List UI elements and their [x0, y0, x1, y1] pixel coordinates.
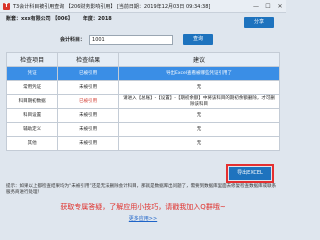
advice-cell: 无	[118, 136, 280, 151]
advice-cell: 无	[118, 122, 280, 137]
check-item-cell: 凭证	[5, 66, 59, 81]
table-row[interactable]: 科目期初数据 已被引用 请进入【总账】-【设置】-【期初余额】中将该科目的期初余额删…	[5, 94, 280, 109]
window-controls: — ☐ ✕	[250, 0, 286, 12]
minimize-button[interactable]: —	[250, 0, 262, 12]
maximize-button[interactable]: ☐	[262, 0, 274, 12]
results-table: 检查项目 检查结果 建议 凭证 已被引用 导出Excel查看被哪些凭证引用了 常用凭证…	[5, 52, 280, 151]
account-code-input[interactable]: 1001	[89, 34, 174, 45]
header-advice: 建议	[118, 52, 280, 67]
window-title: T3会计科目被引用查询 【206财务影响引用】 [当前日期：2019年12月03…	[13, 3, 211, 10]
table-header-row: 检查项目 检查结果 建议	[5, 52, 280, 67]
check-item-cell: 辅助定义	[5, 122, 59, 137]
header-check-result: 检查结果	[57, 52, 120, 67]
query-button[interactable]: 查询	[183, 34, 214, 45]
check-result-cell: 已被引用	[57, 94, 120, 109]
title-bar: T T3会计科目被引用查询 【206财务影响引用】 [当前日期：2019年12月…	[0, 0, 286, 13]
table-row[interactable]: 常用凭证 未被引用无	[5, 80, 280, 95]
table-row[interactable]: 辅助定义 未被引用无	[5, 122, 280, 137]
account-code-label: 会计科目：	[60, 37, 86, 43]
check-result-cell: 已被引用	[57, 66, 120, 81]
table-row[interactable]: 科目设置 未被引用无	[5, 108, 280, 123]
advice-cell: 导出Excel查看被哪些凭证引用了	[118, 66, 280, 81]
advice-cell: 无	[118, 108, 280, 123]
advice-cell: 请进入【总账】-【设置】-【期初余额】中将该科目的期初余额删除，才可删除该科目	[118, 94, 280, 109]
app-icon: T	[3, 2, 10, 10]
table-row[interactable]: 凭证 已被引用 导出Excel查看被哪些凭证引用了	[5, 66, 280, 81]
account-info: 账套：xxx有限公司 【006】 年度：2018	[6, 15, 112, 22]
check-item-cell: 其他	[5, 136, 59, 151]
search-row: 会计科目： 1001 查询	[60, 34, 214, 45]
check-result-cell: 未被引用	[57, 122, 120, 137]
check-result-cell: 未被引用	[57, 80, 120, 95]
check-result-cell: 未被引用	[57, 108, 120, 123]
more-apps-link[interactable]: 更多应用>>	[0, 215, 286, 222]
check-result-cell: 未被引用	[57, 136, 120, 151]
check-item-cell: 常用凭证	[5, 80, 59, 95]
advice-cell: 无	[118, 80, 280, 95]
account-set-label: 账套：xxx有限公司 【006】	[6, 16, 73, 22]
year-label: 年度：2018	[82, 16, 112, 22]
close-button[interactable]: ✕	[274, 0, 286, 12]
check-item-cell: 科目期初数据	[5, 94, 59, 109]
export-excel-button[interactable]: 导出EXCEL	[226, 164, 274, 183]
promo-link[interactable]: 获取专属答疑，了解应用小技巧，请戳我加入Q群哦~	[0, 202, 286, 212]
share-button[interactable]: 分享	[244, 17, 274, 28]
header-check-item: 检查项目	[5, 52, 59, 67]
check-item-cell: 科目设置	[5, 108, 59, 123]
help-note: 提示：如果以上都检查结果均为“未被引用”还是无法删除会计科目，那就是数据库出问题…	[6, 184, 277, 195]
table-row[interactable]: 其他 未被引用无	[5, 136, 280, 151]
